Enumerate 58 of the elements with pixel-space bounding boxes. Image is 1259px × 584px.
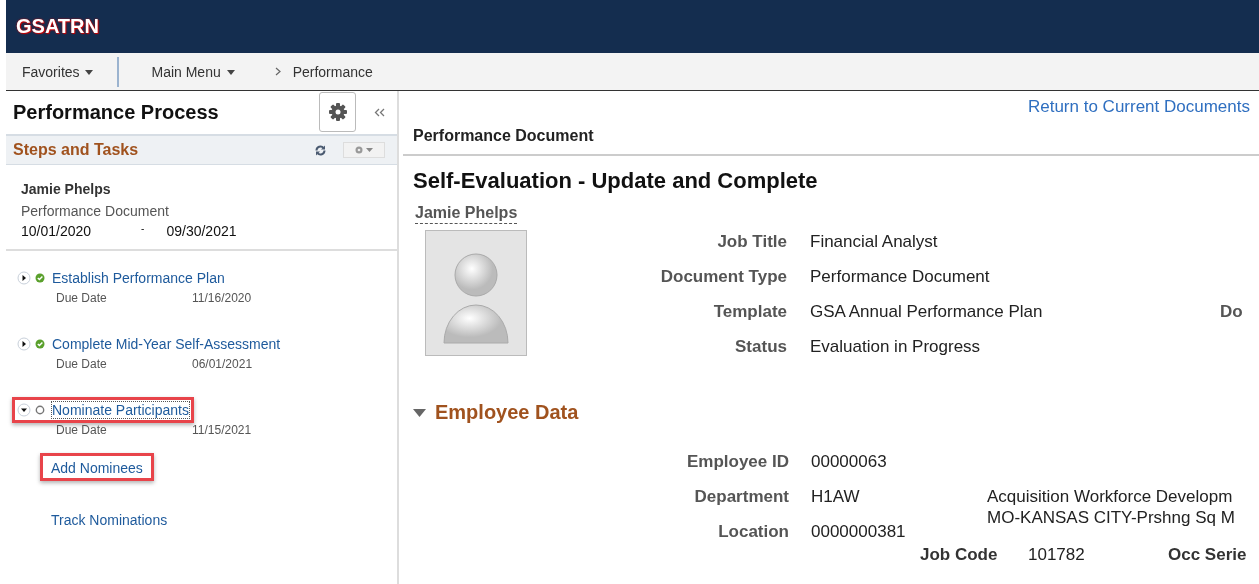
field-value: 0000000381 bbox=[811, 522, 907, 542]
end-date: 09/30/2021 bbox=[166, 223, 237, 239]
favorites-menu[interactable]: Favorites bbox=[6, 63, 94, 80]
field-label: Employee ID bbox=[685, 452, 789, 472]
due-date: 11/15/2021 bbox=[192, 423, 252, 437]
field-value: Performance Document bbox=[810, 267, 991, 287]
employee-name: Jamie Phelps bbox=[21, 181, 112, 197]
start-date: 10/01/2020 bbox=[21, 223, 92, 239]
field-label: Job Code bbox=[920, 545, 999, 565]
field-value: 00000063 bbox=[811, 452, 888, 472]
due-date-label: Due Date bbox=[56, 423, 108, 437]
app-logo[interactable]: GSATRN bbox=[16, 15, 99, 38]
field-label: Do bbox=[1220, 302, 1243, 322]
field-description: MO-KANSAS CITY-Prshng Sq M bbox=[987, 508, 1235, 528]
collapse-toggle-icon[interactable] bbox=[17, 403, 31, 417]
field-description: Acquisition Workforce Developm bbox=[987, 487, 1233, 507]
field-label: Template bbox=[712, 302, 787, 322]
field-value: GSA Annual Performance Plan bbox=[810, 302, 1044, 322]
caret-icon bbox=[226, 70, 235, 76]
expand-toggle-icon[interactable] bbox=[17, 337, 31, 351]
refresh-icon[interactable] bbox=[314, 143, 327, 157]
subtask-link[interactable]: Track Nominations bbox=[40, 505, 179, 533]
breadcrumb[interactable]: Performance bbox=[292, 63, 373, 80]
return-link[interactable]: Return to Current Documents bbox=[1027, 97, 1250, 117]
field-label: Occ Serie bbox=[1168, 545, 1247, 565]
due-date: 11/16/2020 bbox=[192, 291, 252, 305]
options-menu-button[interactable] bbox=[343, 142, 385, 158]
task-link[interactable]: Establish Performance Plan bbox=[52, 270, 225, 286]
due-date-label: Due Date bbox=[56, 291, 108, 305]
field-value: Evaluation in Progress bbox=[810, 337, 982, 357]
section-title: Performance Document bbox=[403, 117, 1259, 156]
collapse-icon[interactable] bbox=[374, 108, 385, 117]
field-value: 101782 bbox=[1028, 545, 1086, 565]
field-label: Department bbox=[693, 487, 789, 507]
settings-button[interactable] bbox=[319, 91, 356, 132]
field-label: Job Title bbox=[716, 232, 787, 252]
page-heading: Self-Evaluation - Update and Complete bbox=[412, 167, 819, 194]
collapse-triangle-icon[interactable] bbox=[413, 408, 426, 417]
subtask-link[interactable]: Add Nominees bbox=[40, 453, 154, 481]
field-value: H1AW bbox=[811, 487, 861, 507]
employee-name-link[interactable]: Jamie Phelps bbox=[415, 204, 518, 224]
section-title: Steps and Tasks bbox=[13, 141, 140, 159]
due-date-label: Due Date bbox=[56, 357, 108, 371]
caret-icon bbox=[85, 70, 94, 76]
field-label: Status bbox=[734, 337, 787, 357]
expand-toggle-icon[interactable] bbox=[17, 271, 31, 285]
field-label: Location bbox=[717, 522, 789, 542]
task-link[interactable]: Complete Mid-Year Self-Assessment bbox=[52, 336, 281, 352]
field-label: Document Type bbox=[659, 267, 787, 287]
field-value: Financial Analyst bbox=[810, 232, 939, 252]
due-date: 06/01/2021 bbox=[192, 357, 253, 371]
date-separator: - bbox=[141, 223, 145, 236]
gear-caret-icon bbox=[353, 145, 375, 155]
chevron-icon bbox=[274, 67, 281, 76]
main-menu[interactable]: Main Menu bbox=[135, 63, 235, 80]
document-type: Performance Document bbox=[21, 203, 170, 219]
panel-title: Performance Process bbox=[13, 101, 220, 124]
section-heading[interactable]: Employee Data bbox=[435, 401, 579, 424]
